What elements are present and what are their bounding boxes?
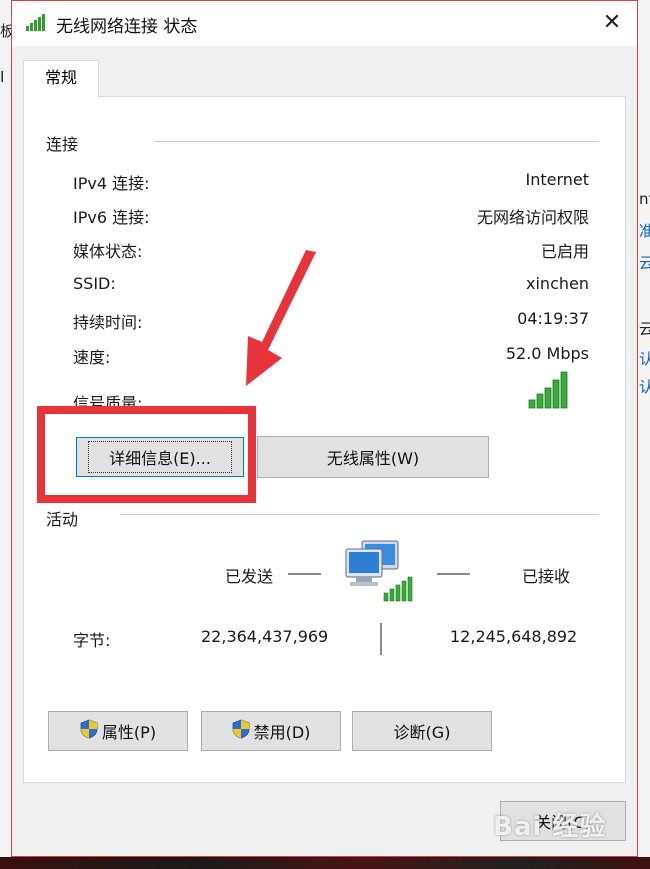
ipv6-value: 无网络访问权限 xyxy=(476,208,589,227)
bytes-received-value: 12,245,648,892 xyxy=(450,627,578,646)
background-desktop-strip xyxy=(0,857,650,869)
background-link-fragment[interactable]: 准 xyxy=(639,220,650,241)
bytes-separator xyxy=(380,623,382,655)
speed-label: 速度: xyxy=(73,348,111,367)
activity-group-title: 活动 xyxy=(46,506,79,530)
bytes-sent-value: 22,364,437,969 xyxy=(201,627,329,646)
close-window-button[interactable]: ✕ xyxy=(595,7,629,39)
background-link-fragment[interactable]: 认 xyxy=(639,376,650,397)
window-title: 无线网络连接 状态 xyxy=(56,17,198,37)
shield-icon xyxy=(80,719,98,743)
wireless-properties-button[interactable]: 无线属性(W) xyxy=(257,436,489,478)
sent-connector-line xyxy=(288,573,321,575)
connection-group-title: 连接 xyxy=(46,131,79,155)
media-state-label: 媒体状态: xyxy=(73,242,143,261)
background-text-fragment: nf xyxy=(639,190,650,208)
title-bar[interactable]: 无线网络连接 状态 ✕ xyxy=(12,1,637,46)
disable-button-label: 禁用(D) xyxy=(253,723,311,742)
properties-button-label: 属性(P) xyxy=(101,723,157,742)
background-window-right: nf 准 云 云 认 认 xyxy=(638,0,650,869)
received-label: 已接收 xyxy=(522,567,571,586)
background-text-fragment: I xyxy=(0,68,5,86)
diagnose-button-label: 诊断(G) xyxy=(393,723,451,742)
wireless-status-dialog: 无线网络连接 状态 ✕ 常规 连接 IPv4 连接: Internet IPv6… xyxy=(11,0,638,857)
ssid-value: xinchen xyxy=(526,274,589,293)
background-link-fragment[interactable]: 云 xyxy=(639,252,650,273)
media-state-value: 已启用 xyxy=(540,242,589,261)
tab-general[interactable]: 常规 xyxy=(23,60,99,98)
details-button-label: 详细信息(E)... xyxy=(88,441,232,473)
received-connector-line xyxy=(437,573,470,575)
sent-label: 已发送 xyxy=(225,567,274,586)
ipv4-label: IPv4 连接: xyxy=(73,174,150,193)
wireless-properties-label: 无线属性(W) xyxy=(326,449,420,468)
ipv4-value: Internet xyxy=(525,170,589,189)
duration-value: 04:19:37 xyxy=(517,309,589,328)
details-button[interactable]: 详细信息(E)... xyxy=(76,437,244,477)
close-icon: ✕ xyxy=(602,10,622,35)
connection-group-divider xyxy=(155,141,599,142)
signal-strength-icon xyxy=(527,370,573,414)
activity-group-divider xyxy=(120,514,599,515)
ssid-label: SSID: xyxy=(73,274,116,293)
baidu-watermark: Bai 经验 xyxy=(493,812,607,842)
background-link-fragment[interactable]: 认 xyxy=(639,348,650,369)
bytes-label: 字节: xyxy=(73,631,111,650)
properties-button[interactable]: 属性(P) xyxy=(48,711,188,751)
duration-label: 持续时间: xyxy=(73,313,143,332)
network-computers-icon xyxy=(342,535,422,609)
disable-button[interactable]: 禁用(D) xyxy=(201,711,341,751)
speed-value: 52.0 Mbps xyxy=(505,344,589,363)
diagnose-button[interactable]: 诊断(G) xyxy=(352,711,492,751)
ipv6-label: IPv6 连接: xyxy=(73,208,150,227)
signal-quality-label: 信号质量: xyxy=(73,394,143,413)
wifi-signal-icon xyxy=(26,13,48,35)
shield-icon xyxy=(232,719,250,743)
background-text-fragment: 云 xyxy=(639,320,650,338)
